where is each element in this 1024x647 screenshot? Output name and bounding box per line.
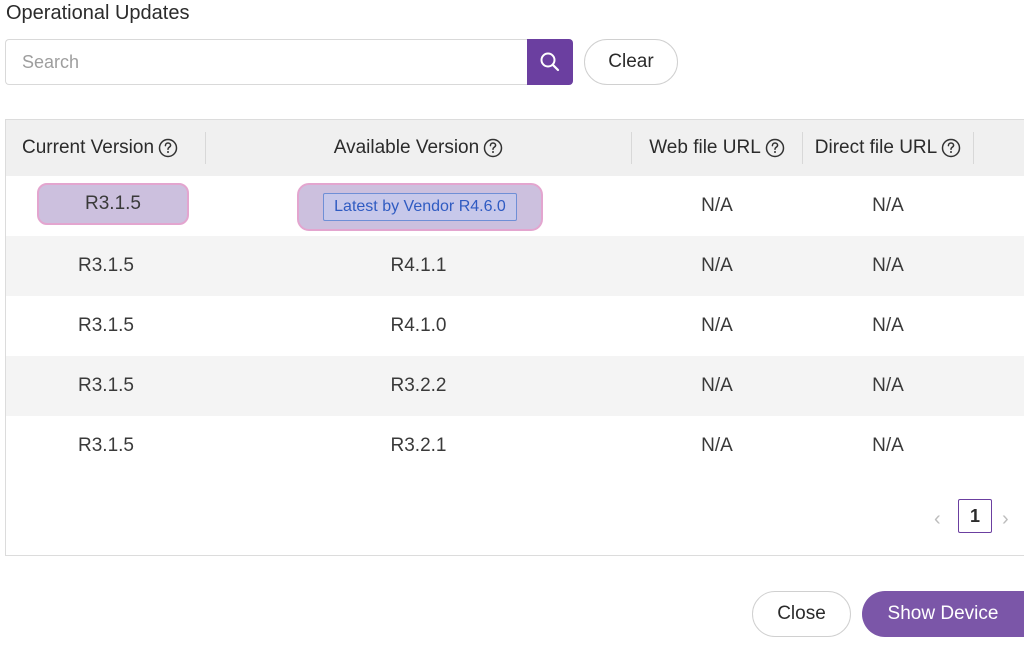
show-device-button[interactable]: Show Device [862,591,1024,637]
clear-button[interactable]: Clear [584,39,678,85]
column-header-current-version: Current Version [6,120,206,176]
available-version-cell: R3.2.2 [390,375,447,396]
column-header-web-file-url: Web file URL [632,120,802,176]
latest-vendor-tag[interactable]: Latest by Vendor R4.6.0 [323,193,517,221]
column-header-available-version: Available Version [206,120,631,176]
direct-file-url-cell: N/A [872,375,904,396]
web-file-url-cell: N/A [701,315,733,336]
column-label: Web file URL [649,137,761,158]
direct-file-url-cell: N/A [872,255,904,276]
current-version-cell: R3.1.5 [78,315,134,336]
close-button[interactable]: Close [752,591,851,637]
table-row[interactable]: R3.1.5 R4.1.0 N/A N/A [6,296,1024,356]
search-icon [539,51,561,73]
current-version-cell-highlighted: R3.1.5 [37,183,189,225]
column-label: Available Version [333,137,480,158]
search-input[interactable] [5,39,527,85]
updates-table: Current Version Available Version Web fi… [5,119,1024,556]
web-file-url-cell: N/A [701,435,733,456]
question-circle-icon[interactable] [941,138,961,158]
current-version-cell: R3.1.5 [78,255,134,276]
direct-file-url-cell: N/A [872,315,904,336]
question-circle-icon[interactable] [483,138,503,158]
search-button[interactable] [527,39,573,85]
question-circle-icon[interactable] [158,138,178,158]
question-circle-icon[interactable] [765,138,785,158]
current-version-cell: R3.1.5 [78,375,134,396]
available-version-cell: R4.1.1 [390,255,447,276]
web-file-url-cell: N/A [701,195,733,216]
available-version-cell: R3.2.1 [390,435,447,456]
table-header: Current Version Available Version Web fi… [6,120,1024,176]
search-bar [5,39,573,85]
current-version-cell: R3.1.5 [78,435,134,456]
pagination-next-icon[interactable]: › [1002,508,1009,531]
column-divider [973,132,974,164]
pagination-page-1[interactable]: 1 [958,499,992,533]
available-version-cell: R4.1.0 [390,315,447,336]
column-header-direct-file-url: Direct file URL [803,120,973,176]
pagination-prev-icon[interactable]: ‹ [934,508,941,531]
table-row[interactable]: R3.1.5 Latest by Vendor R4.6.0 N/A N/A [6,176,1024,236]
available-version-cell-highlighted: Latest by Vendor R4.6.0 [297,183,543,231]
web-file-url-cell: N/A [701,375,733,396]
column-label: Direct file URL [814,137,938,158]
direct-file-url-cell: N/A [872,435,904,456]
column-label: Current Version [22,137,155,158]
table-row[interactable]: R3.1.5 R3.2.2 N/A N/A [6,356,1024,416]
web-file-url-cell: N/A [701,255,733,276]
table-row[interactable]: R3.1.5 R4.1.1 N/A N/A [6,236,1024,296]
dialog-title: Operational Updates [6,2,190,24]
direct-file-url-cell: N/A [872,195,904,216]
table-row[interactable]: R3.1.5 R3.2.1 N/A N/A [6,416,1024,476]
